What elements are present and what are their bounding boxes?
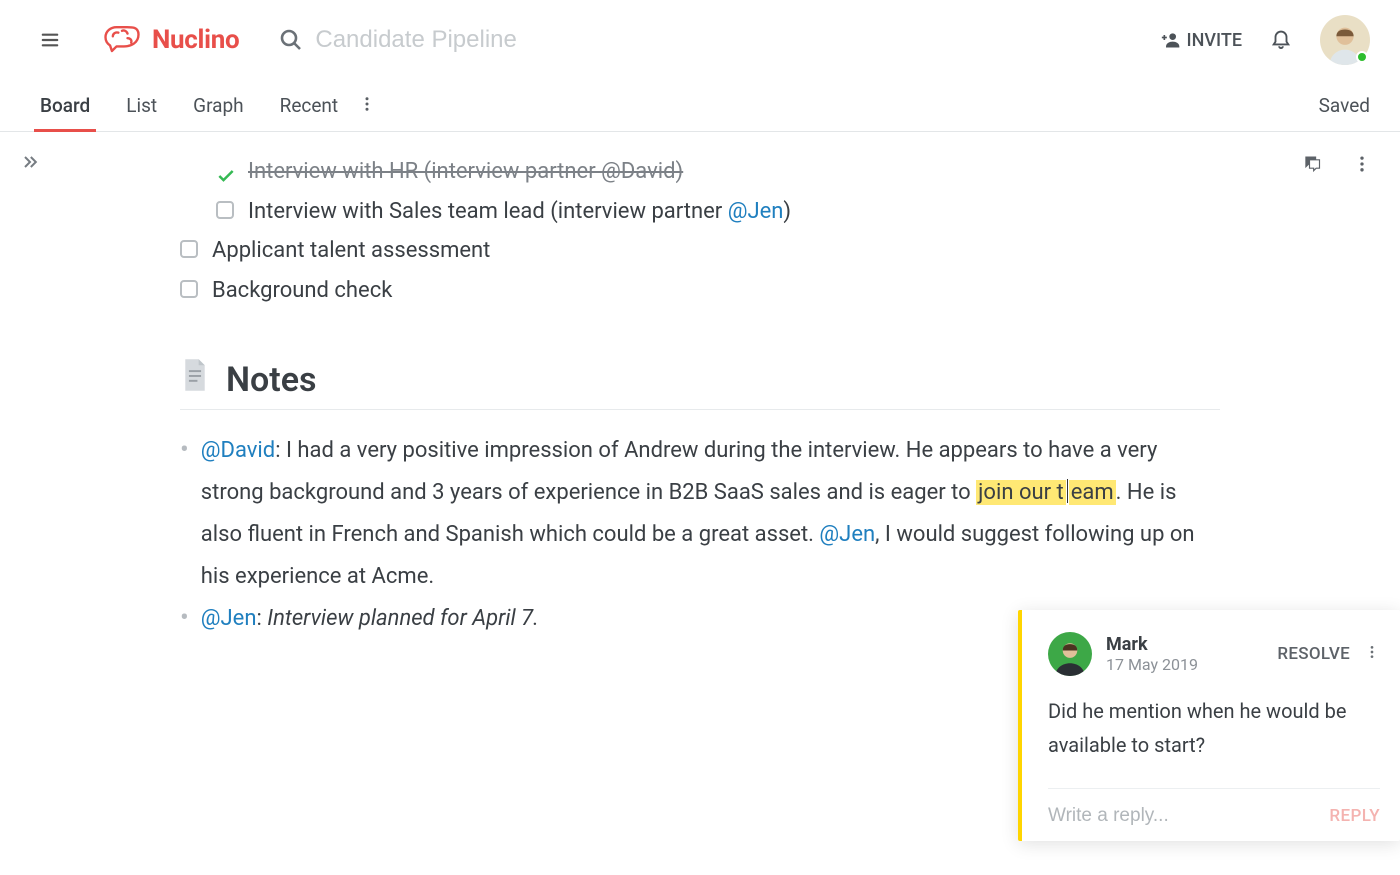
checkbox[interactable] — [180, 280, 198, 298]
checklist-text[interactable]: Background check — [212, 271, 392, 311]
checklist-text[interactable]: Interview with Sales team lead (intervie… — [248, 192, 791, 232]
bell-icon — [1270, 26, 1292, 50]
document-area: Interview with HR (interview partner @Da… — [60, 132, 1400, 875]
save-status: Saved — [1319, 94, 1370, 117]
mention[interactable]: @Jen — [728, 199, 784, 224]
reply-input[interactable] — [1048, 805, 1329, 827]
topbar: Nuclino INVITE — [0, 0, 1400, 80]
comments-toggle-button[interactable] — [1302, 154, 1322, 178]
mention[interactable]: @Jen — [819, 522, 875, 547]
checklist: Interview with HR (interview partner @Da… — [180, 152, 1360, 310]
comment-date: 17 May 2019 — [1106, 655, 1277, 674]
view-tabs: Board List Graph Recent — [40, 80, 338, 131]
document-options-button[interactable] — [1352, 154, 1372, 178]
search-icon[interactable] — [279, 28, 303, 52]
notes-list: •@David: I had a very positive impressio… — [180, 430, 1220, 639]
tab-list[interactable]: List — [126, 80, 157, 131]
document-actions — [1302, 154, 1372, 178]
notes-heading-text: Notes — [226, 360, 317, 400]
note-item: •@David: I had a very positive impressio… — [180, 430, 1220, 597]
invite-label: INVITE — [1187, 30, 1242, 51]
mention[interactable]: @David — [201, 438, 275, 463]
comment-avatar — [1048, 632, 1092, 676]
comment-panel: Mark 17 May 2019 RESOLVE Did he mention … — [1018, 610, 1400, 841]
reply-button[interactable]: REPLY — [1329, 806, 1380, 826]
note-body[interactable]: @David: I had a very positive impression… — [201, 430, 1220, 597]
person-add-icon — [1161, 30, 1181, 50]
tab-board[interactable]: Board — [40, 80, 90, 131]
resolve-button[interactable]: RESOLVE — [1277, 644, 1350, 664]
checklist-item: Interview with HR (interview partner @Da… — [216, 152, 1360, 192]
more-vertical-icon — [1364, 644, 1380, 660]
mention[interactable]: @David — [601, 159, 675, 184]
tabs-options-button[interactable] — [358, 95, 376, 117]
checklist-item: Interview with Sales team lead (intervie… — [216, 192, 1360, 232]
chat-icon — [1302, 154, 1322, 174]
mention[interactable]: @Jen — [201, 606, 257, 631]
avatar-button[interactable] — [1320, 15, 1370, 65]
checklist-item: Background check — [180, 271, 1360, 311]
highlighted-text: join our t — [976, 480, 1066, 505]
checklist-text[interactable]: Applicant talent assessment — [212, 231, 490, 271]
checklist-text[interactable]: Interview with HR (interview partner @Da… — [248, 152, 683, 192]
text-caret — [1067, 479, 1068, 503]
comment-body: Did he mention when he would be availabl… — [1048, 694, 1380, 762]
comment-header: Mark 17 May 2019 RESOLVE — [1048, 632, 1380, 676]
checkbox[interactable] — [180, 240, 198, 258]
checkmark-icon[interactable] — [216, 160, 236, 180]
bullet-icon: • — [180, 430, 189, 597]
highlighted-text: eam — [1069, 480, 1116, 505]
tab-recent[interactable]: Recent — [280, 80, 339, 131]
logo-text: Nuclino — [152, 25, 239, 55]
comment-meta: Mark 17 May 2019 — [1106, 634, 1277, 674]
left-handle — [0, 132, 60, 875]
search-group — [279, 26, 1160, 54]
checklist-item: Applicant talent assessment — [180, 231, 1360, 271]
comment-author: Mark — [1106, 634, 1277, 655]
reply-row: REPLY — [1048, 788, 1380, 827]
topbar-right: INVITE — [1161, 15, 1370, 65]
page-icon — [180, 358, 210, 401]
more-vertical-icon — [358, 95, 376, 113]
search-input[interactable] — [315, 26, 715, 54]
chevrons-right-icon — [20, 152, 40, 172]
content: Interview with HR (interview partner @Da… — [0, 132, 1400, 875]
menu-button[interactable] — [30, 20, 70, 60]
tab-row: Board List Graph Recent Saved — [0, 80, 1400, 132]
bullet-icon: • — [180, 598, 189, 640]
notes-heading: Notes — [180, 358, 1220, 410]
presence-indicator — [1356, 51, 1368, 63]
logo[interactable]: Nuclino — [100, 23, 239, 57]
expand-sidebar-button[interactable] — [20, 152, 40, 875]
more-vertical-icon — [1352, 154, 1372, 174]
checkbox[interactable] — [216, 201, 234, 219]
brain-icon — [100, 23, 144, 57]
tab-graph[interactable]: Graph — [193, 80, 243, 131]
notifications-button[interactable] — [1270, 26, 1292, 54]
menu-icon — [39, 29, 61, 51]
invite-button[interactable]: INVITE — [1161, 30, 1242, 51]
comment-options-button[interactable] — [1364, 644, 1380, 664]
